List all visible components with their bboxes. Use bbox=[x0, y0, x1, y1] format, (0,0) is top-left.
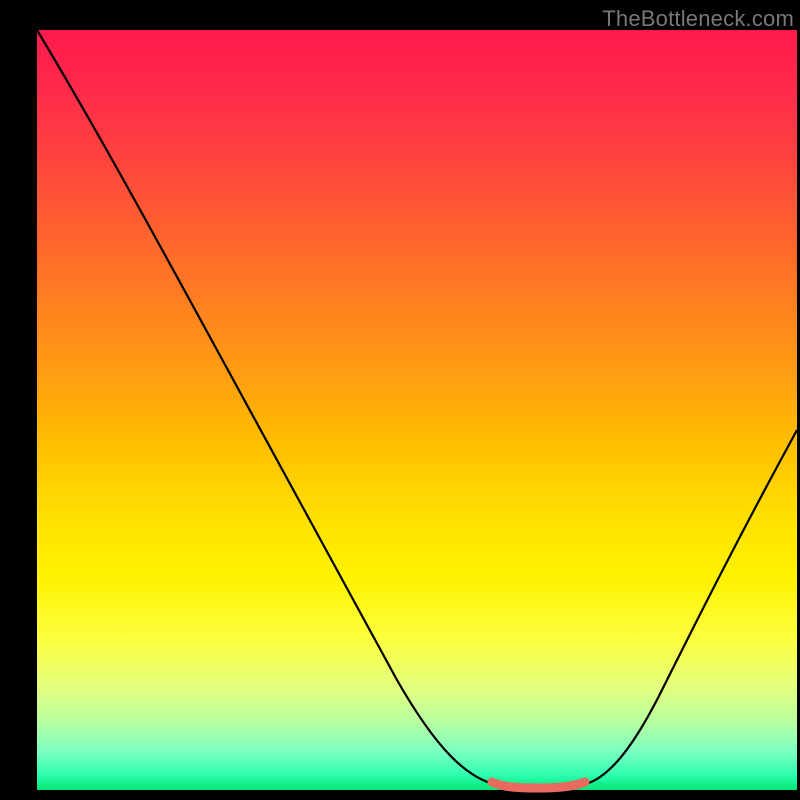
chart-frame bbox=[37, 30, 797, 790]
watermark-text: TheBottleneck.com bbox=[602, 6, 794, 32]
chart-svg bbox=[37, 30, 797, 790]
accent-minimum-mark bbox=[492, 782, 585, 788]
bottleneck-curve bbox=[37, 30, 797, 785]
